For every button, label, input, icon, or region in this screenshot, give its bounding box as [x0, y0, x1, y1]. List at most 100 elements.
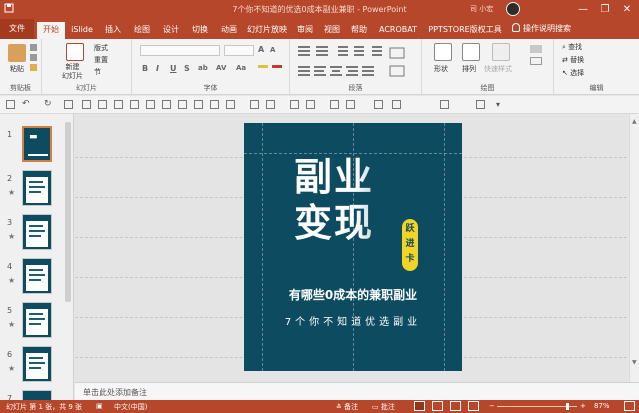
zoom-level[interactable]: 87% [594, 402, 610, 410]
scroll-up-icon[interactable]: ▲ [632, 118, 637, 125]
reading-view-button[interactable] [450, 401, 461, 411]
increase-font-icon[interactable]: A [258, 45, 264, 54]
reset-button[interactable]: 重置 [94, 55, 108, 65]
arrange-button[interactable]: 排列 [462, 64, 476, 74]
case-button[interactable]: Aa [236, 64, 246, 72]
align-icon[interactable] [130, 100, 139, 109]
user-name[interactable]: 司 小宏 [470, 4, 493, 14]
paste-icon[interactable] [8, 44, 26, 62]
minimize-button[interactable]: — [572, 0, 594, 19]
thumbnail-scrollbar[interactable] [65, 114, 71, 400]
tell-me-search[interactable]: 操作说明搜索 [512, 23, 571, 34]
user-avatar[interactable] [506, 2, 520, 16]
distribute-icon[interactable] [146, 100, 155, 109]
arrange-back-icon[interactable] [266, 100, 275, 109]
paragraph-icons[interactable] [298, 44, 416, 78]
shapes-button[interactable]: 形状 [434, 64, 448, 74]
chart-icon[interactable] [98, 100, 107, 109]
quick-styles-icon[interactable] [492, 43, 510, 61]
tab-pptstore[interactable]: PPTSTORE版权工具 [423, 22, 507, 39]
spacing-button[interactable]: AV [216, 64, 226, 72]
copy-icon[interactable] [30, 54, 37, 61]
tab-help[interactable]: 帮助 [346, 22, 372, 39]
text-box-icon[interactable] [194, 100, 203, 109]
maximize-button[interactable]: ❐ [594, 0, 616, 19]
slideshow-button[interactable] [468, 401, 479, 411]
section-button[interactable]: 节 [94, 67, 101, 77]
tab-review[interactable]: 审阅 [292, 22, 318, 39]
slide-thumb-image[interactable] [22, 214, 52, 250]
tab-file[interactable]: 文件 [0, 19, 34, 39]
slide-thumbnail[interactable]: 1 ▬ [0, 126, 73, 166]
slide-thumbnail[interactable]: 5 ★ [0, 302, 73, 342]
slide-thumb-image[interactable] [22, 390, 52, 400]
slide-thumb-image[interactable] [22, 346, 52, 382]
tab-home[interactable]: 开始 [37, 22, 65, 39]
language-indicator[interactable]: 中文(中国) [114, 402, 147, 412]
start-presentation-icon[interactable] [64, 100, 73, 109]
tab-islide[interactable]: iSlide [68, 22, 96, 39]
find-button[interactable]: ⌕ 查找 [562, 42, 582, 52]
close-button[interactable]: ✕ [616, 0, 638, 19]
bold-button[interactable]: B [142, 64, 148, 73]
size-icon[interactable] [440, 100, 449, 109]
zoom-in-button[interactable]: + [580, 402, 586, 410]
slide-1[interactable]: 副业 变现 跃 进 卡 有哪些0成本的兼职副业 7个你不知道优选副业 [244, 123, 462, 371]
new-slide-button[interactable]: 新建 幻灯片 [62, 63, 83, 81]
slide-thumbnail[interactable]: 4 ★ [0, 258, 73, 298]
paste-button[interactable]: 粘贴 [10, 64, 24, 74]
canvas-scrollbar[interactable]: ▲ ▼ [629, 114, 639, 382]
zoom-slider[interactable] [497, 406, 577, 407]
select-button[interactable]: ↖ 选择 [562, 68, 584, 78]
italic-button[interactable]: I [156, 64, 159, 73]
tab-insert[interactable]: 插入 [99, 22, 127, 39]
grid-icon[interactable] [330, 100, 339, 109]
arrange-front-icon[interactable] [250, 100, 259, 109]
undo-icon[interactable]: ↶ [22, 100, 31, 109]
format-icon[interactable] [178, 100, 187, 109]
normal-view-button[interactable] [414, 401, 425, 411]
flip-icon[interactable] [392, 100, 401, 109]
strike-button[interactable]: ab [198, 64, 208, 72]
slide-canvas[interactable]: 副业 变现 跃 进 卡 有哪些0成本的兼职副业 7个你不知道优选副业 [75, 114, 627, 382]
slide-thumb-image[interactable] [22, 170, 52, 206]
group-icon[interactable] [162, 100, 171, 109]
decrease-font-icon[interactable]: A [270, 46, 275, 54]
tab-acrobat[interactable]: ACROBAT [375, 22, 421, 39]
picture-icon[interactable] [114, 100, 123, 109]
badge-text[interactable]: 跃 进 卡 [402, 222, 418, 267]
save-icon[interactable] [6, 100, 15, 109]
underline-button[interactable]: U [170, 64, 177, 73]
slide-thumb-image[interactable] [22, 302, 52, 338]
new-slide-icon[interactable] [66, 43, 84, 61]
shape-outline-icon[interactable] [530, 57, 542, 65]
zoom-out-button[interactable]: − [489, 402, 495, 410]
font-size-select[interactable] [224, 45, 254, 56]
slide-thumbnail[interactable]: 7 ★ [0, 390, 73, 400]
scroll-down-icon[interactable]: ▼ [632, 359, 637, 366]
replace-button[interactable]: ⇄ 替换 [562, 55, 584, 65]
eyedropper-icon[interactable] [290, 100, 299, 109]
guides-icon[interactable] [346, 100, 355, 109]
slide-thumbnail[interactable]: 6 ★ [0, 346, 73, 386]
slide-thumbnail[interactable]: 2 ★ [0, 170, 73, 210]
zoom-slider-thumb[interactable] [566, 403, 569, 410]
slide-subtitle[interactable]: 有哪些0成本的兼职副业 [244, 286, 462, 303]
arrange-icon[interactable] [462, 43, 480, 61]
format-painter-icon[interactable] [30, 64, 37, 71]
slide-thumb-image[interactable] [22, 258, 52, 294]
slide-tagline[interactable]: 7个你不知道优选副业 [244, 313, 462, 328]
crop-icon[interactable] [210, 100, 219, 109]
selection-pane-icon[interactable] [476, 100, 485, 109]
redo-icon[interactable]: ↻ [44, 100, 53, 109]
tab-transitions[interactable]: 切换 [186, 22, 214, 39]
tab-view[interactable]: 视图 [319, 22, 345, 39]
slide-thumb-image[interactable]: ▬ [22, 126, 52, 162]
quick-styles-button[interactable]: 快速样式 [484, 64, 512, 74]
customize-qat-icon[interactable]: ▾ [496, 100, 505, 109]
layer-icon[interactable] [226, 100, 235, 109]
tab-animations[interactable]: 动画 [215, 22, 243, 39]
font-name-select[interactable] [140, 45, 220, 56]
tab-slideshow[interactable]: 幻灯片放映 [244, 22, 290, 39]
comments-toggle[interactable]: ▭ 批注 [372, 402, 395, 412]
